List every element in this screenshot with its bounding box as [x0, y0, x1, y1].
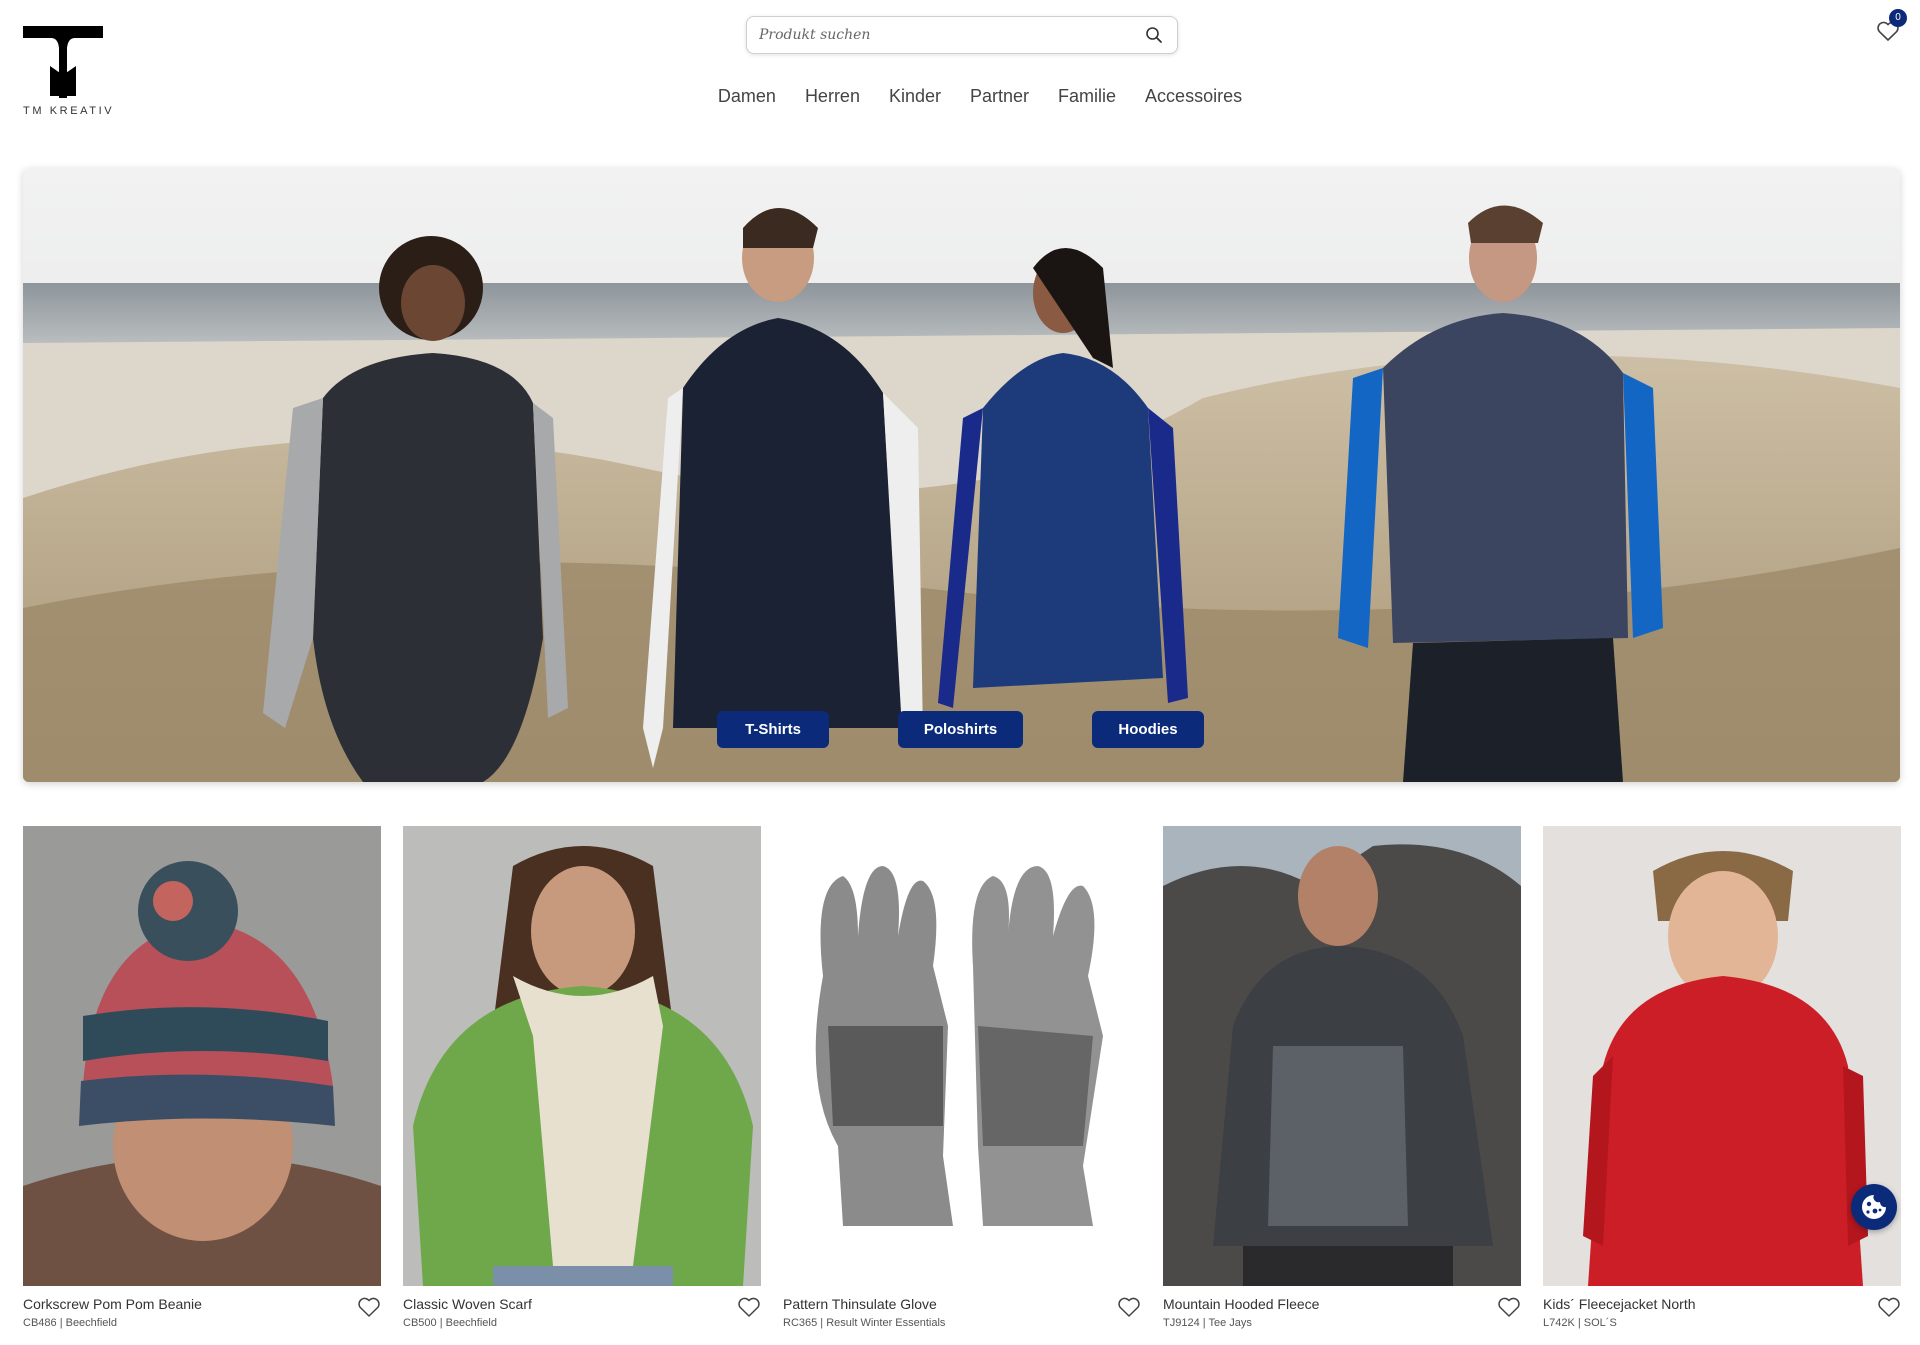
- glove-image: [783, 826, 1141, 1286]
- cookie-icon: [1862, 1195, 1886, 1219]
- hero-button-tshirts[interactable]: T-Shirts: [717, 711, 829, 748]
- nav-item-familie[interactable]: Familie: [1058, 86, 1116, 107]
- fleece-image: [1163, 826, 1521, 1286]
- product-sku-brand: TJ9124 | Tee Jays: [1163, 1317, 1252, 1329]
- hero-banner: T-Shirts Poloshirts Hoodies: [23, 168, 1900, 782]
- nav-item-damen[interactable]: Damen: [718, 86, 776, 107]
- product-title[interactable]: Corkscrew Pom Pom Beanie: [23, 1296, 202, 1312]
- product-card[interactable]: Mountain Hooded Fleece TJ9124 | Tee Jays: [1163, 826, 1521, 1329]
- heart-icon[interactable]: [1497, 1296, 1521, 1318]
- wishlist-button[interactable]: 0: [1876, 9, 1907, 46]
- search-input[interactable]: [759, 27, 1119, 43]
- product-title[interactable]: Kids´ Fleecejacket North: [1543, 1296, 1696, 1312]
- product-sku-brand: CB500 | Beechfield: [403, 1317, 497, 1329]
- nav-item-herren[interactable]: Herren: [805, 86, 860, 107]
- heart-icon[interactable]: [1117, 1296, 1141, 1318]
- nav-item-partner[interactable]: Partner: [970, 86, 1029, 107]
- product-sku-brand: L742K | SOL´S: [1543, 1317, 1617, 1329]
- search-bar: [746, 16, 1178, 54]
- heart-icon[interactable]: [1877, 1296, 1901, 1318]
- product-card[interactable]: Classic Woven Scarf CB500 | Beechfield: [403, 826, 761, 1329]
- product-image[interactable]: [1163, 826, 1521, 1286]
- product-card[interactable]: Corkscrew Pom Pom Beanie CB486 | Beechfi…: [23, 826, 381, 1329]
- heart-icon[interactable]: [737, 1296, 761, 1318]
- hero-button-hoodies[interactable]: Hoodies: [1092, 711, 1204, 748]
- product-grid: Corkscrew Pom Pom Beanie CB486 | Beechfi…: [23, 826, 1901, 1329]
- heart-icon[interactable]: [357, 1296, 381, 1318]
- product-image[interactable]: [783, 826, 1141, 1286]
- product-card[interactable]: Pattern Thinsulate Glove RC365 | Result …: [783, 826, 1141, 1329]
- beanie-image: [23, 826, 381, 1286]
- scarf-image: [403, 826, 761, 1286]
- product-card[interactable]: Kids´ Fleecejacket North L742K | SOL´S: [1543, 826, 1901, 1329]
- product-title[interactable]: Pattern Thinsulate Glove: [783, 1296, 937, 1312]
- hero-image: [23, 168, 1900, 782]
- wishlist-count-badge: 0: [1889, 9, 1907, 27]
- product-title[interactable]: Classic Woven Scarf: [403, 1296, 532, 1312]
- product-sku-brand: RC365 | Result Winter Essentials: [783, 1317, 946, 1329]
- kids-fleece-image: [1543, 826, 1901, 1286]
- product-sku-brand: CB486 | Beechfield: [23, 1317, 117, 1329]
- product-image[interactable]: [1543, 826, 1901, 1286]
- nav-item-accessoires[interactable]: Accessoires: [1145, 86, 1242, 107]
- main-nav: Damen Herren Kinder Partner Familie Acce…: [0, 86, 1920, 107]
- nav-item-kinder[interactable]: Kinder: [889, 86, 941, 107]
- product-image[interactable]: [23, 826, 381, 1286]
- cookie-settings-button[interactable]: [1851, 1184, 1897, 1230]
- product-image[interactable]: [403, 826, 761, 1286]
- search-icon[interactable]: [1145, 26, 1163, 44]
- product-title[interactable]: Mountain Hooded Fleece: [1163, 1296, 1319, 1312]
- hero-button-poloshirts[interactable]: Poloshirts: [898, 711, 1023, 748]
